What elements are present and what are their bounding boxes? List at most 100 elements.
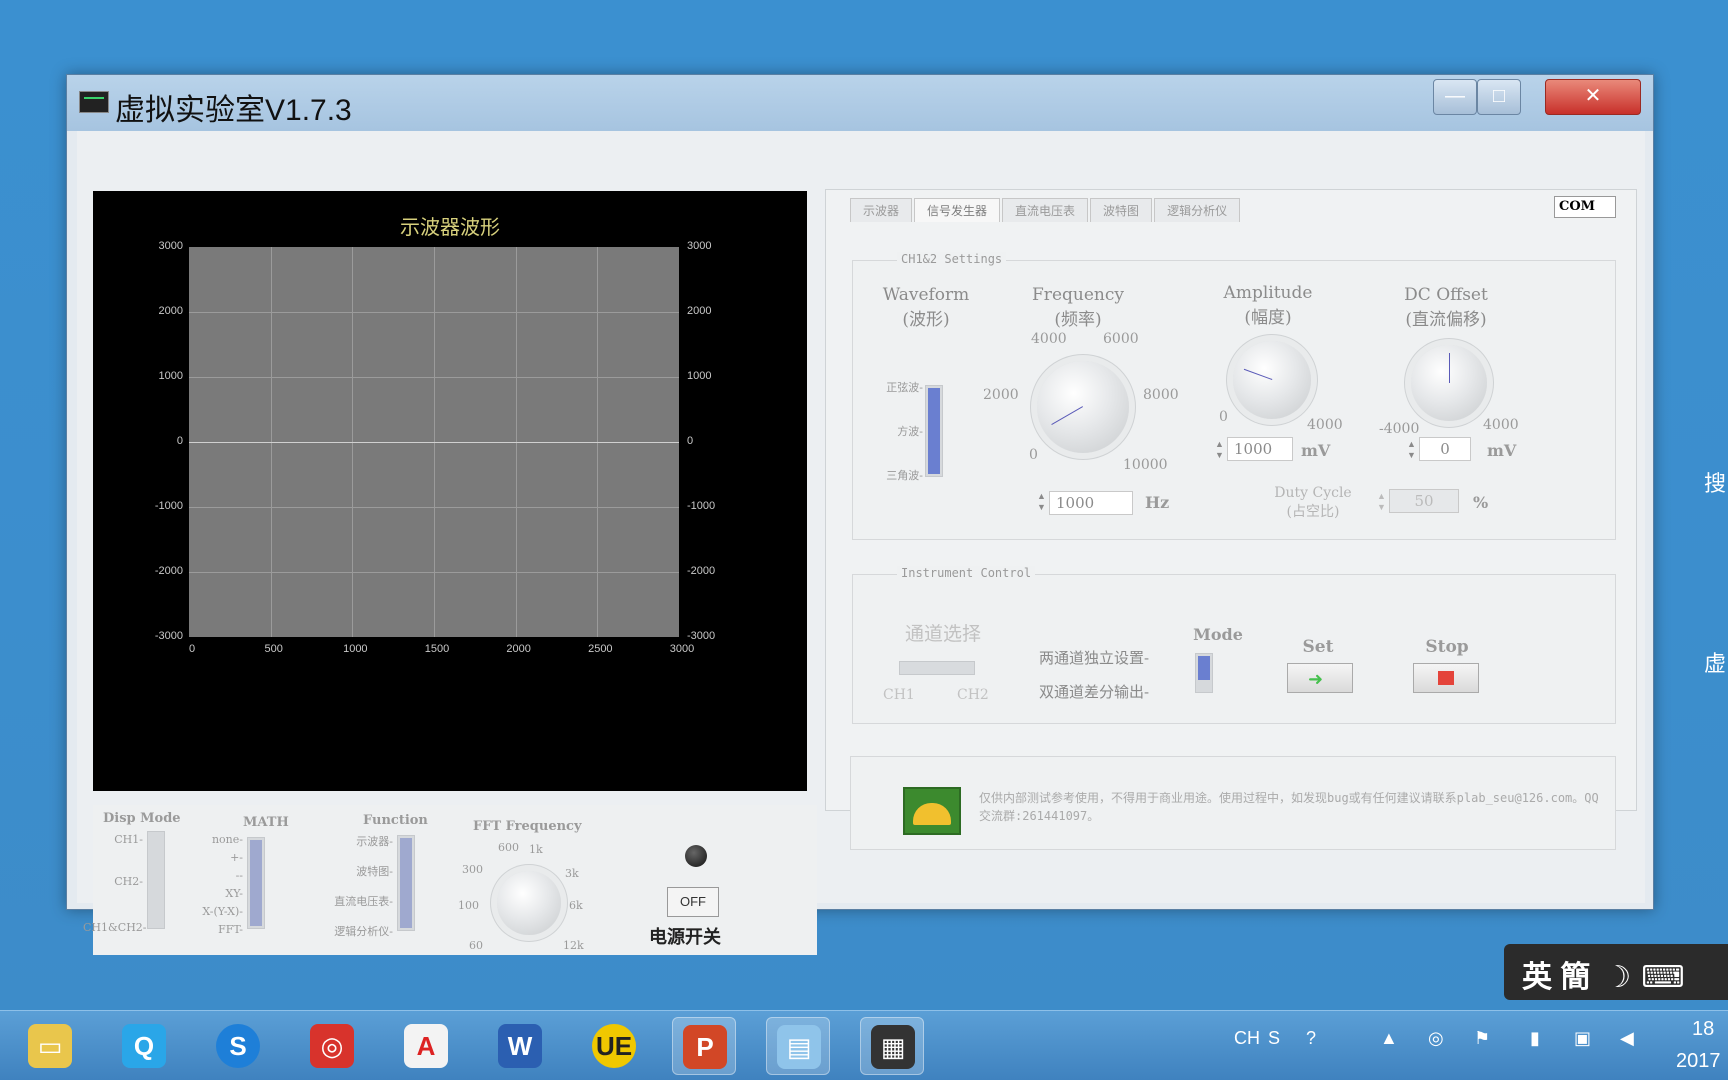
browser-icon: Q	[122, 1024, 166, 1068]
function-option-voltmeter: 直流电压表-	[334, 895, 393, 908]
math-option-x-yx: X-(Y-X)-	[202, 905, 243, 918]
amplitude-knob[interactable]	[1233, 341, 1311, 419]
clock-date[interactable]: 2017	[1676, 1050, 1721, 1073]
duty-cycle-spinner-arrows[interactable]: ▲ ▼	[1377, 491, 1387, 515]
fft-scale-1k: 1k	[529, 843, 543, 856]
function-option-bode: 波特图-	[356, 865, 393, 878]
frequency-unit: Hz	[1145, 493, 1170, 512]
taskbar-sogou[interactable]: S	[206, 1017, 270, 1075]
fft-scale-300: 300	[462, 863, 483, 876]
taskbar-virtual-lab[interactable]: ▦	[860, 1017, 924, 1075]
channel-select-slider[interactable]	[899, 661, 975, 675]
powerpoint-icon: P	[683, 1025, 727, 1069]
amplitude-input[interactable]: 1000	[1227, 437, 1293, 461]
com-label: COM	[1559, 199, 1596, 214]
function-option-logic: 逻辑分析仪-	[334, 925, 393, 938]
scope-grid-horizontal	[189, 507, 679, 508]
scope-xtick: 3000	[669, 643, 695, 655]
scope-xtick: 500	[264, 643, 283, 655]
tray-expand-icon[interactable]: ▲	[1380, 1028, 1398, 1049]
amplitude-knob-needle	[1243, 368, 1273, 380]
scope-ytick-right: -3000	[687, 630, 716, 642]
tab-bode-plot[interactable]: 波特图	[1090, 198, 1153, 222]
minimize-button[interactable]: —	[1433, 79, 1477, 115]
title-bar[interactable]: 虚拟实验室V1.7.3 — □ ✕	[67, 75, 1653, 131]
dc-offset-spinner-arrows[interactable]: ▲ ▼	[1407, 439, 1417, 463]
arrow-right-icon: ➜	[1308, 669, 1324, 689]
frequency-subtitle: (频率)	[1054, 310, 1102, 330]
taskbar: ▭ Q S ◎ A W UE P ▤ ▦	[0, 1010, 1728, 1080]
power-switch-label: 电源开关	[649, 927, 721, 947]
fft-frequency-title: FFT Frequency	[473, 819, 582, 834]
stop-button[interactable]	[1413, 663, 1479, 693]
maximize-button[interactable]: □	[1477, 79, 1521, 115]
math-slider[interactable]	[247, 837, 265, 929]
com-port-select[interactable]: COM	[1554, 196, 1616, 218]
taskbar-word[interactable]: W	[488, 1017, 552, 1075]
tray-flag-icon[interactable]: ⚑	[1474, 1028, 1490, 1049]
frequency-scale-4000: 4000	[1031, 331, 1067, 347]
app-oscilloscope-icon	[79, 91, 109, 113]
tray-language[interactable]: CH	[1234, 1028, 1260, 1049]
waveform-option-triangle: 三角波-	[886, 469, 923, 482]
amplitude-subtitle: (幅度)	[1244, 308, 1292, 328]
waveform-slider-fill	[928, 388, 940, 474]
math-title: MATH	[243, 815, 289, 830]
dc-offset-input[interactable]: 0	[1419, 437, 1471, 461]
fft-scale-60: 60	[469, 939, 483, 952]
taskbar-control-panel[interactable]: ▤	[766, 1017, 830, 1075]
tray-network-icon[interactable]: ▣	[1574, 1028, 1591, 1049]
frequency-spinner-arrows[interactable]: ▲ ▼	[1037, 491, 1047, 515]
dc-offset-subtitle: (直流偏移)	[1405, 310, 1487, 330]
amplitude-spinner-arrows[interactable]: ▲ ▼	[1215, 439, 1225, 463]
taskbar-file-explorer[interactable]: ▭	[18, 1017, 82, 1075]
fft-frequency-knob[interactable]	[497, 871, 561, 935]
function-slider[interactable]	[397, 835, 415, 931]
math-option-fft: FFT-	[218, 923, 243, 936]
dc-offset-scale-min: -4000	[1379, 421, 1420, 437]
tab-dc-voltmeter[interactable]: 直流电压表	[1002, 198, 1089, 222]
amplitude-title: Amplitude	[1223, 283, 1313, 303]
clock-time[interactable]: 18	[1692, 1018, 1714, 1041]
taskbar-powerpoint[interactable]: P	[672, 1017, 736, 1075]
taskbar-ultraedit[interactable]: UE	[582, 1017, 646, 1075]
mode-option-differential: 双通道差分输出-	[1039, 683, 1150, 701]
ultraedit-icon: UE	[592, 1024, 636, 1068]
taskbar-pdf-reader[interactable]: A	[394, 1017, 458, 1075]
disp-mode-slider[interactable]	[147, 831, 165, 929]
frequency-knob[interactable]	[1037, 361, 1129, 453]
frequency-input[interactable]: 1000	[1049, 491, 1133, 515]
settings-window-icon: ▤	[777, 1025, 821, 1069]
waveform-title: Waveform	[882, 285, 970, 305]
math-option-minus: --	[235, 869, 243, 882]
taskbar-qq-browser[interactable]: Q	[112, 1017, 176, 1075]
stop-square-icon	[1438, 671, 1454, 685]
duty-cycle-input[interactable]: 50	[1389, 489, 1459, 513]
oscilloscope-display: 示波器波形 3000 3000 2000 2000 1000 1000 0 0 -1000 -10…	[93, 191, 807, 791]
scope-ytick-left: 0	[176, 435, 183, 447]
tray-battery-icon[interactable]: ▮	[1530, 1028, 1540, 1049]
tab-signal-generator[interactable]: 信号发生器	[914, 198, 1001, 222]
set-button[interactable]: ➜	[1287, 663, 1353, 693]
scope-ytick-right: 1000	[687, 370, 712, 382]
function-option-scope: 示波器-	[356, 835, 393, 848]
tray-sogou-icon[interactable]: S	[1268, 1028, 1280, 1049]
mode-slider[interactable]	[1195, 653, 1213, 693]
tab-logic-analyzer[interactable]: 逻辑分析仪	[1154, 198, 1241, 222]
ime-language-bar[interactable]: 英 簡 ☽ ⌨	[1504, 944, 1728, 1000]
ch-settings-group: CH1&2 Settings Waveform (波形) 正弦波- 方波- 三角…	[852, 252, 1616, 540]
mode-option-independent: 两通道独立设置-	[1039, 649, 1150, 667]
power-off-button[interactable]: OFF	[667, 887, 719, 917]
math-option-xy: XY-	[225, 887, 243, 900]
close-button[interactable]: ✕	[1545, 79, 1641, 115]
tab-oscilloscope[interactable]: 示波器	[850, 198, 913, 222]
tray-music-icon[interactable]: ◎	[1428, 1028, 1444, 1049]
waveform-slider[interactable]	[925, 385, 943, 477]
frequency-scale-2000: 2000	[983, 387, 1019, 403]
scope-xtick: 1000	[343, 643, 368, 655]
tray-help-icon[interactable]: ?	[1306, 1028, 1316, 1049]
scope-ytick-right: -2000	[687, 565, 716, 577]
tray-volume-icon[interactable]: ◀	[1620, 1028, 1634, 1049]
taskbar-netease-music[interactable]: ◎	[300, 1017, 364, 1075]
dc-offset-knob[interactable]	[1411, 345, 1487, 421]
